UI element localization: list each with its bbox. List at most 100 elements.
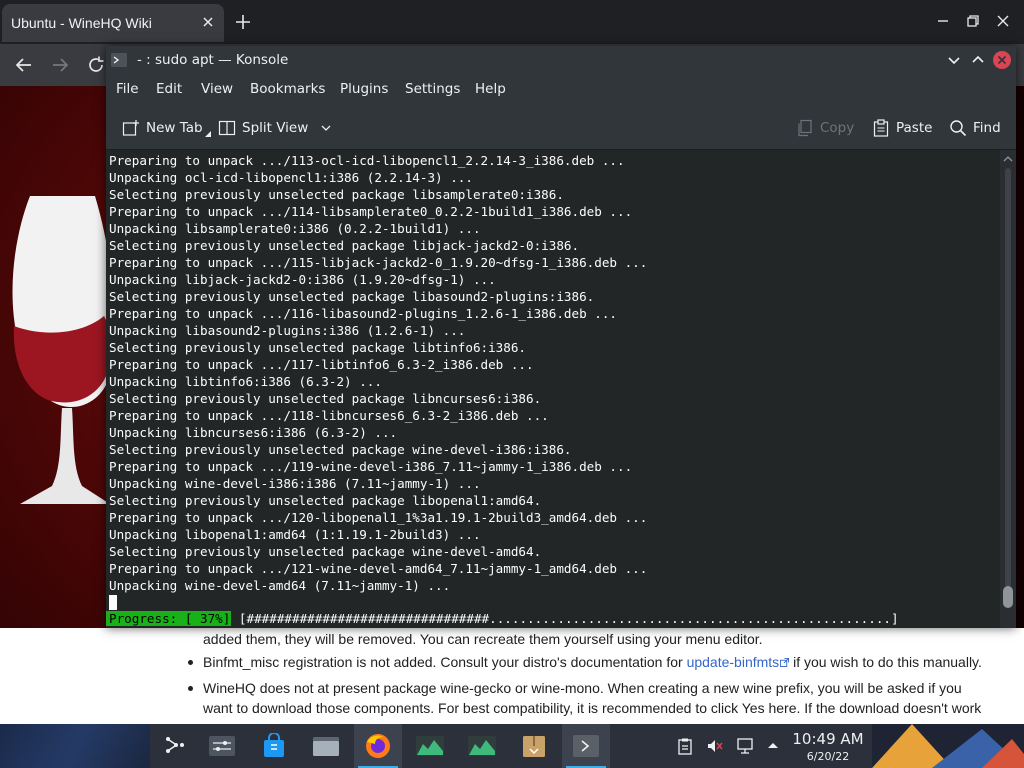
task-package-installer[interactable]	[510, 724, 558, 768]
menu-file[interactable]: File	[116, 81, 139, 97]
terminal-line: Preparing to unpack .../113-ocl-icd-libo…	[109, 153, 625, 168]
wiki-bullet-list: Binfmt_misc registration is not added. C…	[188, 652, 988, 724]
menu-settings[interactable]: Settings	[405, 81, 460, 97]
terminal-line: Selecting previously unselected package …	[109, 391, 542, 406]
terminal-line: Selecting previously unselected package …	[109, 442, 572, 457]
konsole-titlebar[interactable]: - : sudo apt — Konsole	[106, 46, 1016, 74]
browser-tab-title: Ubuntu - WineHQ Wiki	[11, 15, 152, 31]
wiki-text-fragment: added them, they will be removed. You ca…	[203, 631, 763, 647]
terminal-line: Unpacking libjack-jackd2-0:i386 (1.9.20~…	[109, 272, 496, 287]
update-binfmts-link[interactable]: update-binfmts	[687, 654, 790, 670]
split-view-label: Split View	[242, 120, 309, 136]
close-window-icon[interactable]	[995, 13, 1011, 29]
terminal-line: Selecting previously unselected package …	[109, 340, 527, 355]
menu-help[interactable]: Help	[475, 81, 506, 97]
terminal-scrollbar[interactable]	[1000, 150, 1016, 628]
terminal-line: Unpacking ocl-icd-libopencl1:i386 (2.2.1…	[109, 170, 473, 185]
terminal-lines: Preparing to unpack .../113-ocl-icd-libo…	[109, 152, 647, 594]
terminal-output[interactable]: Preparing to unpack .../113-ocl-icd-libo…	[106, 150, 1000, 628]
find-button[interactable]: Find	[949, 117, 1001, 139]
task-firefox[interactable]	[354, 724, 402, 768]
new-tab-button[interactable]: New Tab	[122, 117, 211, 139]
menu-bookmarks[interactable]: Bookmarks	[250, 81, 325, 97]
store-bag-icon	[264, 733, 284, 757]
terminal-line: Unpacking wine-devel-i386:i386 (7.11~jam…	[109, 476, 481, 491]
taskbar: 10:49 AM 6/20/22	[0, 724, 1024, 768]
progress-bar-text: [################################.......…	[238, 611, 899, 626]
back-arrow-icon[interactable]	[14, 55, 34, 75]
app-launcher-icon	[166, 737, 184, 753]
chevron-up-icon[interactable]	[764, 737, 782, 755]
close-icon[interactable]	[992, 50, 1012, 70]
terminal-line: Selecting previously unselected package …	[109, 493, 542, 508]
task-file-manager[interactable]	[302, 724, 350, 768]
terminal-line: Selecting previously unselected package …	[109, 544, 542, 559]
menu-edit[interactable]: Edit	[156, 81, 182, 97]
system-monitor-icon	[468, 736, 496, 756]
copy-icon	[798, 119, 812, 137]
task-system-monitor-2[interactable]	[458, 724, 506, 768]
wallpaper-strip	[0, 724, 150, 768]
chevron-down-icon[interactable]	[320, 122, 332, 134]
browser-tab-bar: Ubuntu - WineHQ Wiki	[0, 0, 1024, 44]
konsole-menubar: File Edit View Bookmarks Plugins Setting…	[106, 74, 1016, 104]
copy-label: Copy	[820, 120, 855, 136]
terminal-line: Unpacking libopenal1:amd64 (1:1.19.1-2bu…	[109, 527, 481, 542]
chevron-down-icon[interactable]	[944, 50, 964, 70]
task-system-monitor-1[interactable]	[406, 724, 454, 768]
folder-icon	[313, 737, 339, 756]
menu-plugins[interactable]: Plugins	[340, 81, 388, 97]
copy-button[interactable]: Copy	[796, 117, 854, 139]
minimize-icon[interactable]	[935, 13, 951, 29]
new-tab-icon	[122, 120, 139, 136]
system-monitor-icon	[416, 736, 444, 756]
apt-progress-row: Progress: [ 37%] [######################…	[106, 610, 899, 628]
terminal-line: Preparing to unpack .../121-wine-devel-a…	[109, 561, 648, 576]
clipboard-icon[interactable]	[676, 737, 694, 755]
wallpaper-shapes	[872, 724, 1024, 768]
terminal-line: Unpacking libncurses6:i386 (6.3-2) ...	[109, 425, 398, 440]
app-launcher-button[interactable]	[150, 724, 198, 768]
scrollbar-thumb[interactable]	[1003, 586, 1013, 608]
task-system-settings[interactable]	[198, 724, 246, 768]
external-link-icon	[780, 658, 790, 667]
task-discover[interactable]	[250, 724, 298, 768]
clock-time[interactable]: 10:49 AM	[788, 730, 868, 748]
browser-tab[interactable]: Ubuntu - WineHQ Wiki	[2, 4, 224, 42]
reload-icon[interactable]	[86, 55, 106, 75]
network-icon[interactable]	[736, 737, 754, 755]
task-konsole[interactable]	[562, 724, 610, 768]
new-tab-label: New Tab	[146, 120, 203, 136]
menu-view[interactable]: View	[201, 81, 233, 97]
package-box-icon	[523, 736, 545, 757]
konsole-toolbar: New Tab Split View Copy Paste Find	[106, 104, 1016, 150]
chevron-up-icon[interactable]	[968, 50, 988, 70]
terminal-line: Preparing to unpack .../120-libopenal1_1…	[109, 510, 648, 525]
terminal-line: Preparing to unpack .../116-libasound2-p…	[109, 306, 617, 321]
forward-arrow-icon[interactable]	[50, 55, 70, 75]
terminal-line: Unpacking libsamplerate0:i386 (0.2.2-1bu…	[109, 221, 481, 236]
bullet-text: Binfmt_misc registration is not added. C…	[203, 654, 687, 670]
terminal-line: Selecting previously unselected package …	[109, 187, 564, 202]
terminal-line: Preparing to unpack .../118-libncurses6_…	[109, 408, 549, 423]
split-view-button[interactable]: Split View	[218, 117, 338, 139]
volume-muted-icon[interactable]	[706, 737, 724, 755]
scroll-up-icon[interactable]	[1003, 154, 1013, 164]
progress-label: Progress: [ 37%]	[106, 611, 232, 626]
new-tab-icon[interactable]	[234, 13, 252, 31]
terminal-cursor	[109, 595, 117, 610]
dropdown-corner-icon	[204, 131, 211, 137]
search-icon	[950, 120, 967, 137]
terminal-line: Selecting previously unselected package …	[109, 289, 595, 304]
list-item: WineHQ does not at present package wine-…	[188, 678, 988, 718]
link-text: update-binfmts	[686, 654, 780, 670]
close-tab-icon[interactable]	[200, 14, 216, 30]
wiki-article-content: added them, they will be removed. You ca…	[120, 628, 1004, 724]
paste-button[interactable]: Paste	[872, 117, 932, 139]
terminal-line: Unpacking libtinfo6:i386 (6.3-2) ...	[109, 374, 382, 389]
terminal-line: Preparing to unpack .../119-wine-devel-i…	[109, 459, 633, 474]
clock-date[interactable]: 6/20/22	[788, 750, 868, 763]
scrollbar-track[interactable]	[1005, 168, 1011, 588]
konsole-title: - : sudo apt — Konsole	[137, 52, 289, 68]
restore-icon[interactable]	[965, 13, 981, 29]
